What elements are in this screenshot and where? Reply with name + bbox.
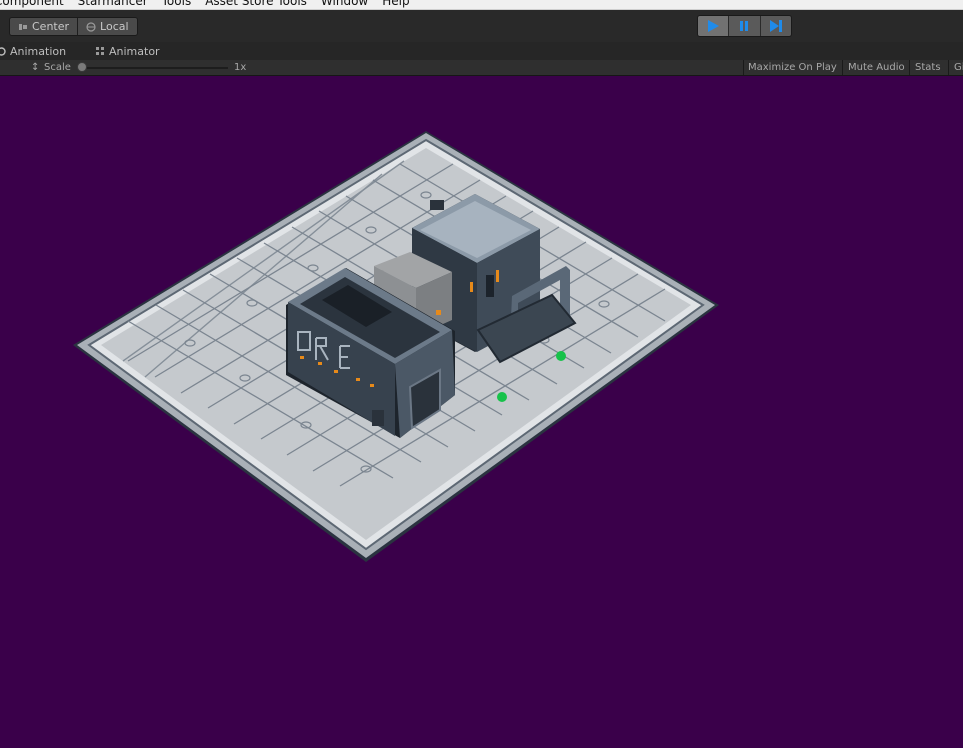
tab-animator-label: Animator [109, 44, 160, 58]
toolbar-divider [948, 60, 949, 75]
scale-slider-thumb[interactable] [77, 62, 87, 72]
tab-animation-label: Animation [10, 44, 67, 58]
mute-audio-toggle[interactable]: Mute Audio [848, 61, 905, 75]
editor-tabs-row: Animation Animator [0, 42, 963, 60]
tab-animator[interactable]: Animator [95, 43, 160, 59]
scale-slider-track[interactable] [80, 67, 228, 69]
menu-asset-store-tools[interactable]: Asset Store Tools [205, 0, 307, 8]
step-icon [769, 20, 782, 32]
menu-bar: Component Starmancer Tools Asset Store T… [0, 0, 963, 10]
pivot-center-icon [19, 23, 27, 30]
play-button[interactable] [698, 16, 730, 36]
scale-label: Scale [44, 62, 71, 73]
menu-starmancer[interactable]: Starmancer [78, 0, 148, 8]
scale-value: 1x [234, 62, 247, 73]
menu-window[interactable]: Window [321, 0, 368, 8]
stats-toggle[interactable]: Stats [915, 61, 941, 75]
toolbar-divider [743, 60, 744, 75]
menu-tools[interactable]: Tools [162, 0, 192, 8]
pivot-local-button[interactable]: Local [78, 18, 137, 35]
animation-icon [0, 46, 6, 56]
isometric-scene [73, 131, 719, 562]
pivot-center-label: Center [32, 20, 70, 33]
step-button[interactable] [760, 16, 791, 36]
display-dropdown-arrows-icon[interactable]: ↕ [31, 61, 39, 75]
menu-help[interactable]: Help [382, 0, 409, 8]
animator-icon [96, 47, 104, 55]
game-viewport[interactable] [0, 77, 963, 748]
tab-animation[interactable]: Animation [0, 43, 66, 59]
pause-icon [740, 21, 749, 31]
pause-button[interactable] [729, 16, 761, 36]
gizmos-dropdown[interactable]: Gi [954, 61, 963, 75]
maximize-on-play-toggle[interactable]: Maximize On Play [748, 61, 837, 75]
toolbar-divider [909, 60, 910, 75]
menu-component[interactable]: Component [0, 0, 64, 8]
pivot-local-label: Local [100, 20, 129, 33]
local-globe-icon [86, 21, 96, 32]
toolbar-divider [842, 60, 843, 75]
pivot-center-button[interactable]: Center [10, 18, 79, 35]
play-icon [708, 20, 720, 32]
playmode-controls [697, 15, 792, 37]
game-view-toolbar: ↕ Scale 1x Maximize On Play Mute Audio S… [0, 60, 963, 76]
pivot-toggle-group: Center Local [9, 17, 138, 36]
main-toolbar: Center Local [0, 10, 963, 42]
